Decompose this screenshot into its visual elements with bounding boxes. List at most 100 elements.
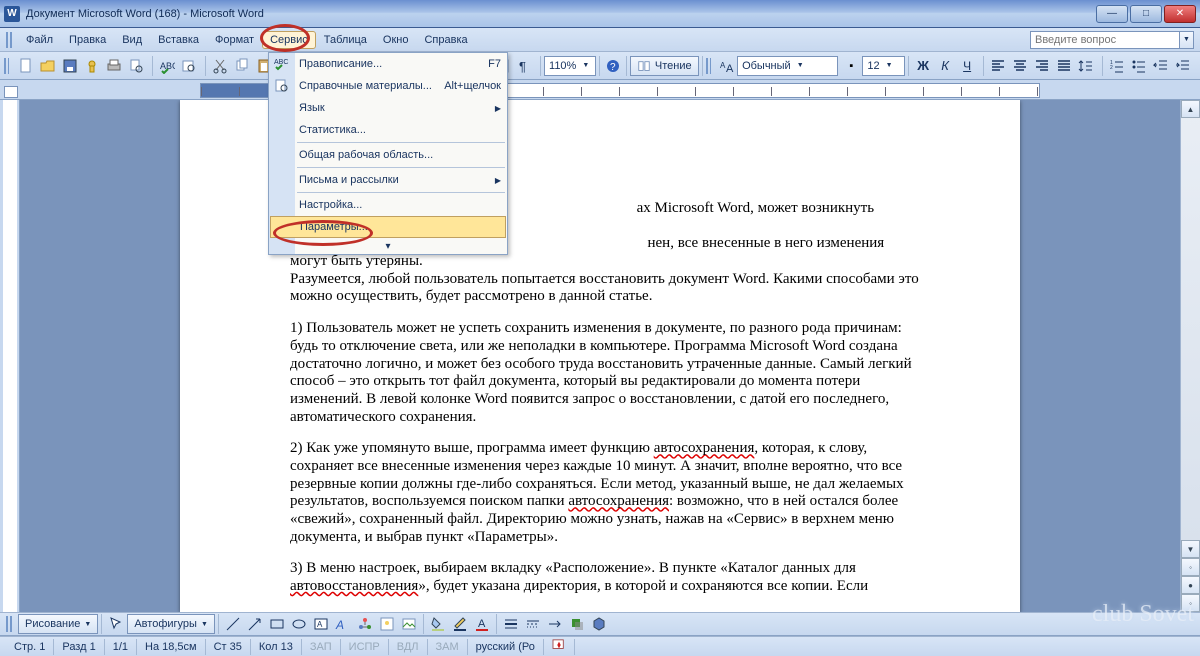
status-at: На 18,5см [137,639,206,655]
menu-wordcount[interactable]: Статистика... [269,119,507,141]
status-page-count: 1/1 [105,639,137,655]
underline-icon[interactable]: Ч [956,55,978,77]
italic-icon[interactable]: К [934,55,956,77]
scroll-down-icon[interactable]: ▼ [1181,540,1200,558]
3d-icon[interactable] [588,613,610,635]
status-line: Ст 35 [206,639,251,655]
paragraph: 3) В меню настроек, выбираем вкладку «Ра… [290,560,920,595]
spelling-icon[interactable]: ABC [156,55,178,77]
toolbar-handle-icon[interactable] [4,58,9,74]
menu-window[interactable]: Окно [375,31,417,49]
menu-insert[interactable]: Вставка [150,31,207,49]
increase-indent-icon[interactable] [1172,55,1194,77]
expand-menu-icon[interactable]: ▾ [269,238,507,254]
font-size-select[interactable]: 12▼ [862,56,905,76]
research-icon[interactable] [178,55,200,77]
menu-research[interactable]: Справочные материалы...Alt+щелчок [269,75,507,97]
maximize-button[interactable]: □ [1130,5,1162,23]
permission-icon[interactable] [81,55,103,77]
line-icon[interactable] [222,613,244,635]
menu-letters-mailings[interactable]: Письма и рассылки▶ [269,169,507,191]
align-center-icon[interactable] [1009,55,1031,77]
line-spacing-icon[interactable] [1075,55,1097,77]
print-icon[interactable] [103,55,125,77]
toolbar-handle-icon[interactable] [6,616,12,632]
help-question-box[interactable]: ▼ [1030,31,1194,49]
arrow-style-icon[interactable] [544,613,566,635]
menu-help[interactable]: Справка [416,31,475,49]
decrease-indent-icon[interactable] [1150,55,1172,77]
status-ext[interactable]: ВДЛ [389,639,428,655]
style-select[interactable]: Обычный▼ [737,56,838,76]
numbering-icon[interactable]: 12 [1106,55,1128,77]
font-name-dd-icon[interactable]: ▪ [842,55,860,77]
vertical-ruler[interactable] [0,100,20,612]
styles-pane-icon[interactable]: AA [717,55,737,77]
font-color-icon[interactable]: A [471,613,493,635]
print-preview-icon[interactable] [125,55,147,77]
bullets-icon[interactable] [1128,55,1150,77]
copy-icon[interactable] [231,55,253,77]
drawing-menu-button[interactable]: Рисование▼ [18,614,98,634]
minimize-button[interactable]: — [1096,5,1128,23]
pilcrow-icon[interactable]: ¶ [513,55,535,77]
book-icon [637,59,651,73]
close-button[interactable]: ✕ [1164,5,1196,23]
select-objects-icon[interactable] [105,613,127,635]
align-left-icon[interactable] [987,55,1009,77]
chevron-down-icon[interactable]: ▼ [1180,31,1194,49]
clipart-icon[interactable] [376,613,398,635]
rectangle-icon[interactable] [266,613,288,635]
browse-object-icon[interactable]: ● [1181,576,1200,594]
window-controls: — □ ✕ [1096,5,1196,23]
shadow-icon[interactable] [566,613,588,635]
dash-style-icon[interactable] [522,613,544,635]
menu-edit[interactable]: Правка [61,31,114,49]
cut-icon[interactable] [209,55,231,77]
help-icon[interactable]: ? [603,55,623,77]
vertical-scrollbar[interactable]: ▲ ▼ ◦ ● ◦ [1180,100,1200,612]
toolbar-handle-icon[interactable] [6,32,12,48]
svg-text:A: A [317,620,323,629]
line-style-icon[interactable] [500,613,522,635]
fill-color-icon[interactable] [427,613,449,635]
new-doc-icon[interactable] [15,55,37,77]
toolbar-handle-icon[interactable] [706,58,711,74]
align-right-icon[interactable] [1031,55,1053,77]
save-icon[interactable] [59,55,81,77]
status-rec[interactable]: ЗАП [302,639,341,655]
open-icon[interactable] [37,55,59,77]
menu-file[interactable]: Файл [18,31,61,49]
status-column: Кол 13 [251,639,302,655]
line-color-icon[interactable] [449,613,471,635]
next-page-icon[interactable]: ◦ [1181,594,1200,612]
status-trk[interactable]: ИСПР [341,639,389,655]
drawing-toolbar: Рисование▼ Автофигуры▼ A A A [0,612,1200,636]
status-language[interactable]: русский (Ро [468,639,544,655]
align-justify-icon[interactable] [1053,55,1075,77]
wordart-icon[interactable]: A [332,613,354,635]
arrow-icon[interactable] [244,613,266,635]
bold-icon[interactable]: Ж [912,55,934,77]
insert-picture-icon[interactable] [398,613,420,635]
menu-spelling[interactable]: ABC Правописание...F7 [269,53,507,75]
menu-format[interactable]: Формат [207,31,262,49]
menu-table[interactable]: Таблица [316,31,375,49]
menu-shared-workspace[interactable]: Общая рабочая область... [269,144,507,166]
menu-view[interactable]: Вид [114,31,150,49]
status-spellbook-icon[interactable] [544,639,575,655]
textbox-icon[interactable]: A [310,613,332,635]
reading-layout-button[interactable]: Чтение [630,56,699,76]
zoom-select[interactable]: 110%▼ [544,56,596,76]
menu-customize[interactable]: Настройка... [269,194,507,216]
menu-language[interactable]: Язык▶ [269,97,507,119]
oval-icon[interactable] [288,613,310,635]
diagram-icon[interactable] [354,613,376,635]
scroll-up-icon[interactable]: ▲ [1181,100,1200,118]
menu-tools[interactable]: Сервис [262,31,316,49]
prev-page-icon[interactable]: ◦ [1181,558,1200,576]
status-ovr[interactable]: ЗАМ [428,639,468,655]
menu-options[interactable]: Параметры... [270,216,506,238]
autoshapes-button[interactable]: Автофигуры▼ [127,614,215,634]
help-question-input[interactable] [1030,31,1180,49]
